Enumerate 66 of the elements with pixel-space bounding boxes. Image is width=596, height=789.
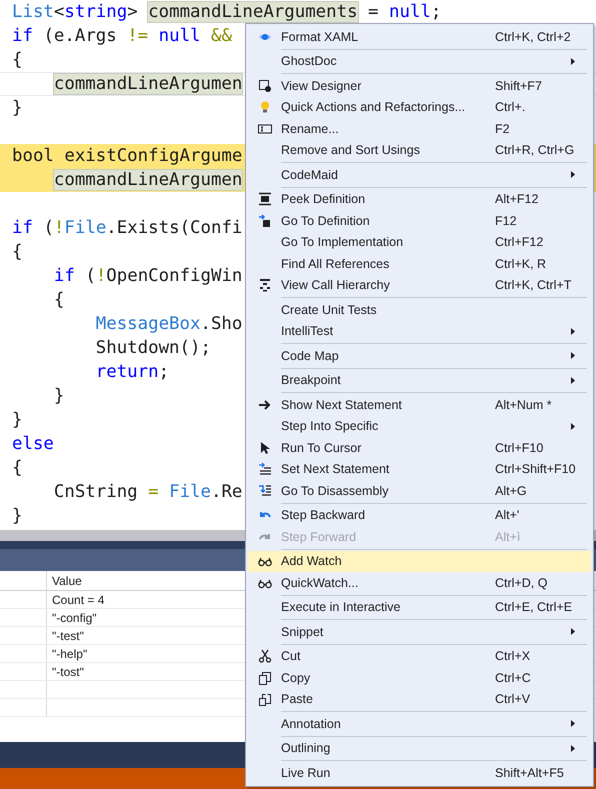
submenu-arrow-icon bbox=[571, 376, 575, 384]
code-line: CnString = File.Re bbox=[52, 482, 242, 502]
code-line: List<string> commandLineArguments = null; bbox=[12, 2, 442, 22]
menu-item[interactable]: Breakpoint bbox=[248, 370, 591, 391]
code-line: else bbox=[12, 434, 54, 454]
menu-item[interactable]: Paste Ctrl+V bbox=[248, 688, 591, 710]
code-line: { bbox=[12, 242, 22, 262]
code-line: } bbox=[12, 506, 22, 526]
menu-item[interactable]: Go To Definition F12 bbox=[248, 210, 591, 232]
rename-icon bbox=[258, 122, 272, 136]
code-line: { bbox=[12, 458, 22, 478]
menu-item[interactable]: Code Map bbox=[248, 345, 591, 366]
code-line: Shutdown(); bbox=[94, 338, 211, 358]
disassembly-icon bbox=[258, 484, 272, 498]
menu-item[interactable]: Show Next Statement Alt+Num * bbox=[248, 394, 591, 416]
designer-icon bbox=[258, 78, 272, 93]
menu-item[interactable]: IntelliTest bbox=[248, 320, 591, 342]
code-line: { bbox=[12, 50, 22, 70]
menu-item[interactable]: View Designer Shift+F7 bbox=[248, 75, 591, 96]
submenu-arrow-icon bbox=[571, 58, 575, 65]
code-line: } bbox=[12, 98, 22, 118]
menu-item[interactable]: QuickWatch... Ctrl+D, Q bbox=[248, 572, 591, 594]
submenu-arrow-icon bbox=[571, 352, 575, 360]
code-line: if (!File.Exists(Confi bbox=[12, 218, 242, 238]
code-line: if (!OpenConfigWin bbox=[52, 266, 242, 286]
submenu-arrow-icon bbox=[571, 171, 575, 178]
menu-item[interactable]: Remove and Sort Usings Ctrl+R, Ctrl+G bbox=[248, 140, 591, 161]
submenu-arrow-icon bbox=[571, 422, 575, 430]
submenu-arrow-icon bbox=[571, 328, 575, 335]
menu-item[interactable]: View Call Hierarchy Ctrl+K, Ctrl+T bbox=[248, 274, 591, 296]
menu-item[interactable]: Set Next Statement Ctrl+Shift+F10 bbox=[248, 458, 591, 480]
menu-item[interactable]: CodeMaid bbox=[248, 164, 591, 186]
menu-item[interactable]: Go To Disassembly Alt+G bbox=[248, 480, 591, 502]
menu-item[interactable]: Run To Cursor Ctrl+F10 bbox=[248, 437, 591, 458]
code-line: } bbox=[12, 410, 22, 430]
code-line: MessageBox.Sho bbox=[94, 314, 242, 334]
menu-item[interactable]: Add Watch bbox=[248, 550, 591, 572]
code-line: return; bbox=[94, 362, 170, 382]
code-line: { bbox=[52, 290, 64, 310]
set-statement-icon bbox=[258, 462, 272, 476]
go-to-definition-icon bbox=[258, 214, 272, 228]
menu-item[interactable]: Step Into Specific bbox=[248, 416, 591, 437]
call-hierarchy-icon bbox=[258, 278, 272, 292]
menu-item[interactable]: Peek Definition Alt+F12 bbox=[248, 188, 591, 210]
code-line: } bbox=[52, 386, 64, 406]
scissors-icon bbox=[258, 649, 272, 664]
menu-item[interactable]: Format XAML Ctrl+K, Ctrl+2 bbox=[248, 26, 591, 48]
arrow-right-icon bbox=[258, 398, 272, 412]
menu-item[interactable]: Rename... F2 bbox=[248, 118, 591, 140]
menu-item[interactable]: Find All References Ctrl+K, R bbox=[248, 253, 591, 274]
menu-item[interactable]: GhostDoc bbox=[248, 50, 591, 72]
code-line: if (e.Args != null && bbox=[12, 26, 232, 46]
menu-item[interactable]: Outlining bbox=[248, 738, 591, 759]
copy-icon bbox=[258, 670, 272, 685]
code-line: bool existConfigArgume bbox=[12, 146, 242, 166]
menu-item[interactable]: Live Run Shift+Alt+F5 bbox=[248, 762, 591, 784]
menu-item[interactable]: Step Backward Alt+' bbox=[248, 504, 591, 526]
menu-item[interactable]: Go To Implementation Ctrl+F12 bbox=[248, 232, 591, 253]
paste-icon bbox=[258, 692, 272, 706]
submenu-arrow-icon bbox=[571, 628, 575, 636]
submenu-arrow-icon bbox=[571, 720, 575, 728]
menu-item[interactable]: Quick Actions and Refactorings... Ctrl+. bbox=[248, 96, 591, 118]
menu-item[interactable]: Annotation bbox=[248, 713, 591, 734]
menu-item[interactable]: Create Unit Tests bbox=[248, 299, 591, 320]
submenu-arrow-icon bbox=[571, 744, 575, 752]
peek-icon bbox=[258, 192, 272, 206]
